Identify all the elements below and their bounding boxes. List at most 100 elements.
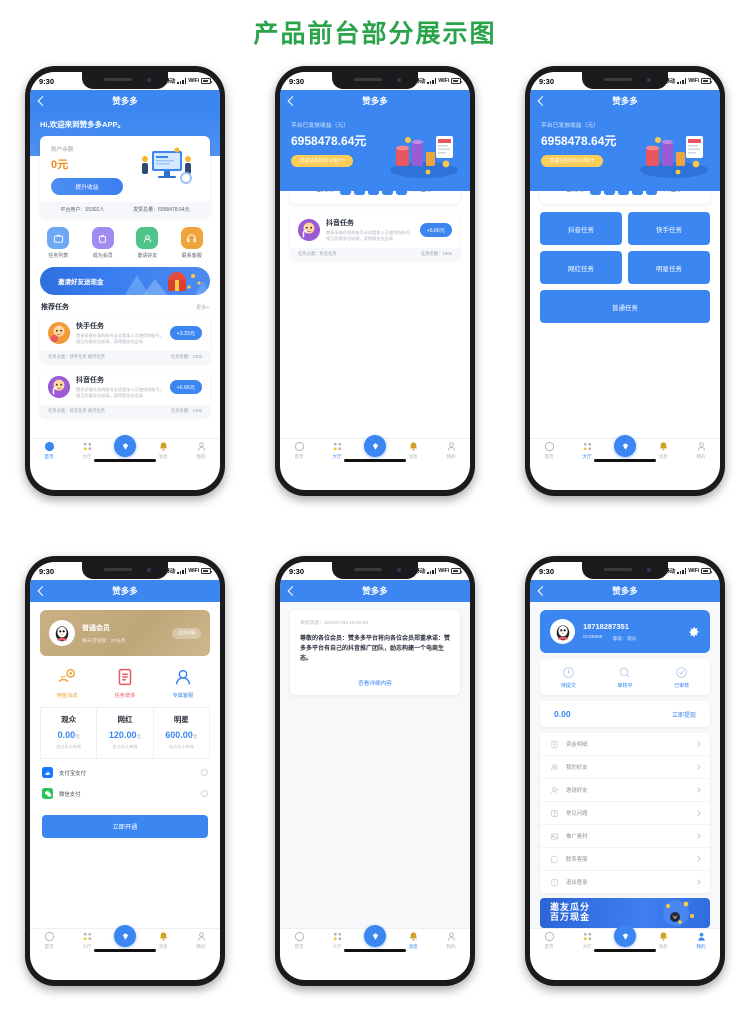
task-type-normal[interactable]: 普通任务 [540,290,710,323]
menu-item-invite-friends[interactable]: 邀请好友 [540,779,710,802]
tab-center-action[interactable] [608,925,642,947]
tier-desc: 自点永久有效 [56,744,82,749]
tab-messages[interactable]: 消息 [646,931,680,950]
segment-label: 待提交 [560,683,576,689]
task-type-influencer[interactable]: 网红任务 [540,251,622,284]
message-meta: 系统消息：2019/07/23 16:30:58 [300,619,450,626]
menu-item-logout[interactable]: 退出登录 [540,871,710,893]
tab-home[interactable]: 首页 [32,441,66,460]
chevron-left-icon[interactable] [537,96,548,106]
tab-home[interactable]: 首页 [532,931,566,950]
tab-profile[interactable]: 我的 [184,441,218,460]
membership-detail-button[interactable]: 会员详情 [172,627,201,639]
task-time-badge: 完成任务时间 40秒/个 [541,155,604,167]
tab-home[interactable]: 首页 [32,931,66,950]
quick-action-invite[interactable]: 邀请好友 [128,227,166,259]
tab-center-action[interactable] [108,925,142,947]
tier-unit: 元 [192,734,198,739]
tab-profile[interactable]: 我的 [684,441,718,460]
chevron-left-icon[interactable] [37,96,48,106]
quick-action-support[interactable]: 联系客服 [173,227,211,259]
chevron-right-icon [695,741,701,747]
task-card[interactable]: 抖音任务 赞多多做任务的账号必须是本人可使用的账号，相互的要求比较高，获得佣金也… [40,369,210,418]
chevron-left-icon[interactable] [37,586,48,596]
phone-6-screen: 9:30 中国移动 WiFi 赞多多 187182873 [530,562,720,980]
boost-earnings-button[interactable]: 提升收益 [51,178,123,195]
task-type-douyin[interactable]: 抖音任务 [540,212,622,245]
tab-center-action[interactable] [608,435,642,457]
menu-item-faq[interactable]: 常见问题 [540,802,710,825]
promo-banner[interactable]: 邀友瓜分 百万现金 [540,898,710,928]
withdraw-button[interactable]: 立即提现 [672,710,696,719]
tier-option[interactable]: 网红 120.00元 自点永久有效 [97,707,154,759]
tab-label: 大厅 [582,943,592,949]
tier-unit: 元 [75,734,80,739]
phone-4: 9:30 中国移动 WiFi 赞多多 普通会员 [25,556,225,986]
tab-profile[interactable]: 我的 [184,931,218,950]
tab-center-action[interactable] [358,435,392,457]
tab-reviewed[interactable]: 已审核 [674,666,689,689]
tab-profile[interactable]: 我的 [434,931,468,950]
invite-banner[interactable]: 邀请好友送现金 [40,267,210,295]
tab-hall[interactable]: 大厅 [70,931,104,950]
tier-option[interactable]: 观众 0.00元 自点永久有效 [40,707,98,759]
phone-4-screen: 9:30 中国移动 WiFi 赞多多 普通会员 [30,562,220,980]
tab-messages[interactable]: 消息 [146,931,180,950]
menu-item-contact-support[interactable]: 联系客服 [540,848,710,871]
invite-icon [550,786,559,795]
payment-option-alipay[interactable]: 支付宝支付 [30,759,220,786]
tab-home[interactable]: 首页 [282,931,316,950]
tab-messages[interactable]: 消息 [396,931,430,950]
status-time: 9:30 [539,566,555,576]
tab-profile[interactable]: 我的 [684,931,718,950]
system-message-card[interactable]: 系统消息：2019/07/23 16:30:58 尊敬的各位会员：赞多多平台将向… [290,610,460,695]
quick-action-become-member[interactable]: 成为会员 [84,227,122,259]
screen-4-body: 普通会员 每天可领取：20任务 会员详情 佣金加成 任务增多 专属客服 观众 0… [30,602,220,954]
tab-hall[interactable]: 大厅 [70,441,104,460]
activate-button[interactable]: 立即开通 [42,815,208,838]
tab-center-action[interactable] [108,435,142,457]
tab-messages[interactable]: 消息 [146,441,180,460]
banner-text: 邀请好友送现金 [58,279,104,286]
tab-messages[interactable]: 消息 [646,441,680,460]
bell-icon [408,931,419,942]
nav-bar: 赞多多 [280,90,470,112]
chevron-left-icon[interactable] [287,96,298,106]
task-card[interactable]: 抖音任务 赞多多做任务的账号必须是本人可使用的账号，相互的要求比较高，获得佣金也… [290,212,460,261]
diamond-icon [114,435,136,457]
task-type-celebrity[interactable]: 明星任务 [628,251,710,284]
perk-more-tasks: 任务增多 [101,666,149,699]
menu-item-promo-material[interactable]: 推广素材 [540,825,710,848]
menu-item-my-friends[interactable]: 我的好友 [540,756,710,779]
view-detail-link[interactable]: 查看详细内容 [300,679,450,687]
tab-center-action[interactable] [358,925,392,947]
tab-messages[interactable]: 消息 [396,441,430,460]
chevron-left-icon[interactable] [537,586,548,596]
home-icon [294,441,305,452]
quick-action-task-list[interactable]: 任务列表 [39,227,77,259]
tab-hall[interactable]: 大厅 [570,931,604,950]
payment-option-wechat[interactable]: 微信支付 [30,786,220,807]
segment-label: 已审核 [674,683,690,689]
chevron-left-icon[interactable] [287,586,298,596]
tab-label: 消息 [408,943,418,949]
tab-profile[interactable]: 我的 [434,441,468,460]
tab-hall[interactable]: 大厅 [320,931,354,950]
tab-pending-submit[interactable]: 待提交 [561,666,576,689]
tier-option[interactable]: 明星 600.00元 自点永久有效 [153,707,210,759]
tab-hall[interactable]: 大厅 [320,441,354,460]
tab-home[interactable]: 首页 [282,441,316,460]
tab-home[interactable]: 首页 [532,441,566,460]
task-card[interactable]: 快手任务 赞多多做任务的账号必须是本人可使用的账号，相互的要求比较高，获得佣金也… [40,315,210,364]
payment-radio[interactable] [201,769,208,776]
payment-radio[interactable] [201,790,208,797]
task-type-kuaishou[interactable]: 快手任务 [628,212,710,245]
tier-price: 600.00 [165,730,193,740]
tab-in-review[interactable]: 审核中 [617,666,632,689]
menu-item-fund-detail[interactable]: 资金明细 [540,733,710,756]
tab-hall[interactable]: 大厅 [570,441,604,460]
gear-icon[interactable] [688,626,700,638]
tab-label: 首页 [544,453,554,459]
service-icon [550,855,559,864]
section-more-link[interactable]: 更多> [196,304,209,311]
